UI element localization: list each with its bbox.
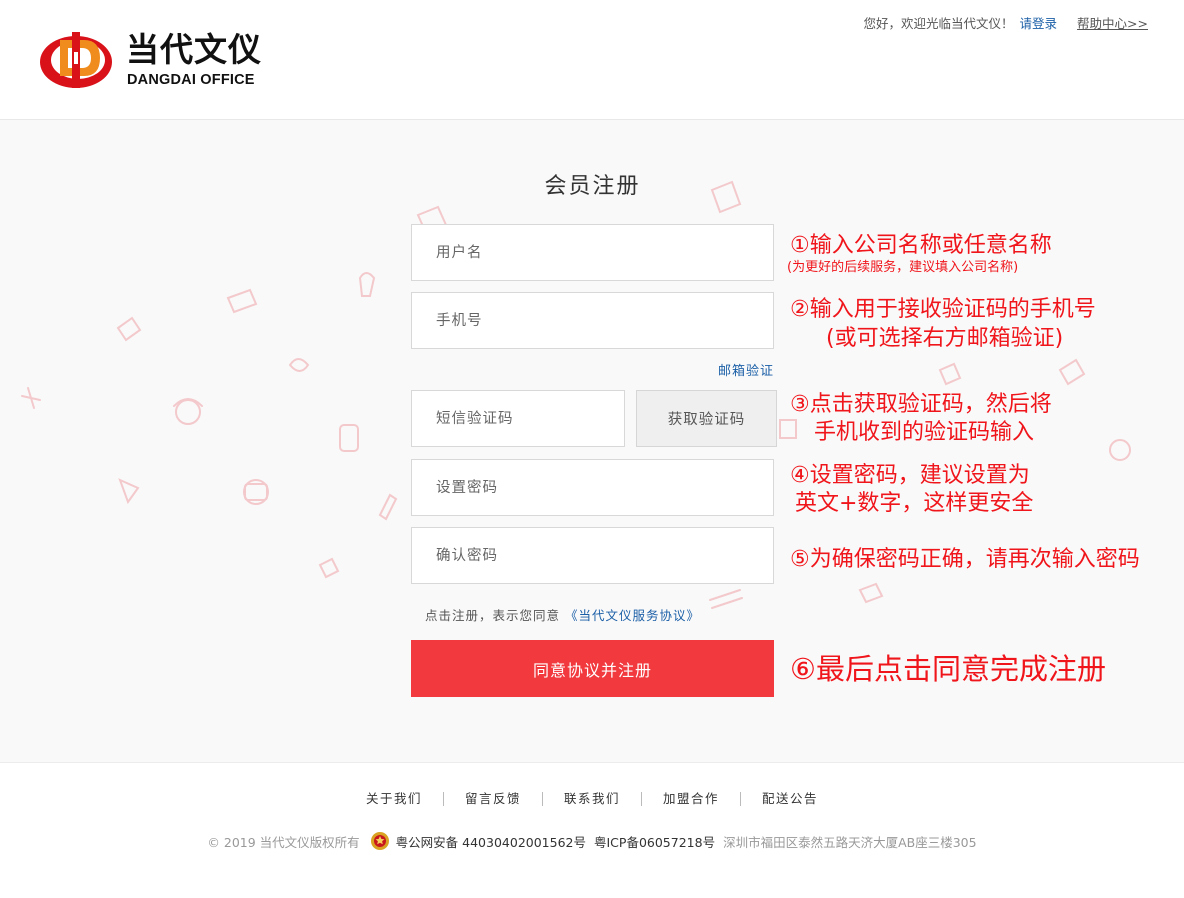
annotation-step6: ⑥最后点击同意完成注册 — [790, 652, 1106, 686]
confirm-password-field[interactable] — [411, 527, 774, 584]
email-verify-link[interactable]: 邮箱验证 — [700, 360, 774, 379]
agreement-prefix: 点击注册，表示您同意 — [425, 608, 561, 623]
footer-link-delivery[interactable]: 配送公告 — [741, 792, 839, 806]
icp-record-link[interactable]: 粤ICP备06057218号 — [594, 832, 715, 851]
annotation-step2-line2: (或可选择右方邮箱验证) — [826, 326, 1064, 351]
police-badge-icon — [370, 832, 389, 850]
help-center-link[interactable]: 帮助中心>> — [1077, 16, 1148, 31]
username-input[interactable] — [436, 225, 773, 280]
annotation-step4-line1: ④设置密码，建议设置为 — [790, 463, 1030, 488]
site-header: 当代文仪 DANGDAI OFFICE 您好，欢迎光临当代文仪！ 请登录 帮助中心>… — [0, 0, 1184, 120]
password-field[interactable] — [411, 459, 774, 516]
phone-input[interactable] — [436, 293, 773, 348]
agreement-text: 点击注册，表示您同意 《当代文仪服务协议》 — [425, 605, 700, 624]
username-field[interactable] — [411, 224, 774, 281]
top-nav: 您好，欢迎光临当代文仪！ 请登录 帮助中心>> — [864, 15, 1148, 33]
annotation-step4-line2: 英文+数字，这样更安全 — [795, 491, 1034, 516]
footer-link-contact[interactable]: 联系我们 — [543, 792, 642, 806]
agree-register-button[interactable]: 同意协议并注册 — [411, 640, 774, 697]
annotation-step5: ⑤为确保密码正确，请再次输入密码 — [790, 547, 1140, 572]
annotation-step2-line1: ②输入用于接收验证码的手机号 — [790, 297, 1096, 322]
footer-links: 关于我们 留言反馈 联系我们 加盟合作 配送公告 — [0, 792, 1184, 806]
site-logo[interactable]: 当代文仪 DANGDAI OFFICE — [38, 26, 278, 92]
sms-code-input[interactable] — [436, 391, 624, 446]
annotation-step1-sub: (为更好的后续服务，建议填入公司名称) — [787, 260, 1019, 275]
footer-link-about[interactable]: 关于我们 — [345, 792, 444, 806]
company-address: 深圳市福田区泰然五路天济大厦AB座三楼305 — [723, 834, 977, 850]
site-footer: 关于我们 留言反馈 联系我们 加盟合作 配送公告 © 2019 当代文仪版权所有… — [0, 764, 1184, 898]
sms-code-field[interactable] — [411, 390, 625, 447]
confirm-password-input[interactable] — [436, 528, 773, 583]
welcome-text: 您好，欢迎光临当代文仪！ — [863, 16, 1014, 31]
phone-field[interactable] — [411, 292, 774, 349]
password-input[interactable] — [436, 460, 773, 515]
annotation-step3-line1: ③点击获取验证码，然后将 — [790, 392, 1052, 417]
police-record-link[interactable]: 粤公网安备 44030402001562号 — [396, 832, 586, 851]
footer-link-franchise[interactable]: 加盟合作 — [642, 792, 742, 806]
logo-english-name: DANGDAI OFFICE — [127, 72, 255, 88]
footer-link-feedback[interactable]: 留言反馈 — [444, 792, 543, 806]
login-link[interactable]: 请登录 — [1020, 16, 1058, 31]
copyright-text: © 2019 当代文仪版权所有 — [207, 834, 360, 850]
annotation-step3-line2: 手机收到的验证码输入 — [814, 420, 1035, 445]
annotation-step1: ①输入公司名称或任意名称 — [790, 233, 1052, 258]
service-agreement-link[interactable]: 《当代文仪服务协议》 — [565, 608, 700, 623]
registration-section: 会员注册 邮箱验证 获取验证码 点击注册，表示您同意 《当代文仪服务协议》 同意… — [0, 120, 1184, 763]
logo-chinese-name: 当代文仪 — [126, 30, 262, 69]
footer-info: © 2019 当代文仪版权所有 粤公网安备 44030402001562号 粤I… — [0, 831, 1184, 851]
form-title: 会员注册 — [544, 174, 641, 199]
logo-mark-icon — [40, 32, 112, 88]
get-code-button[interactable]: 获取验证码 — [636, 390, 777, 447]
